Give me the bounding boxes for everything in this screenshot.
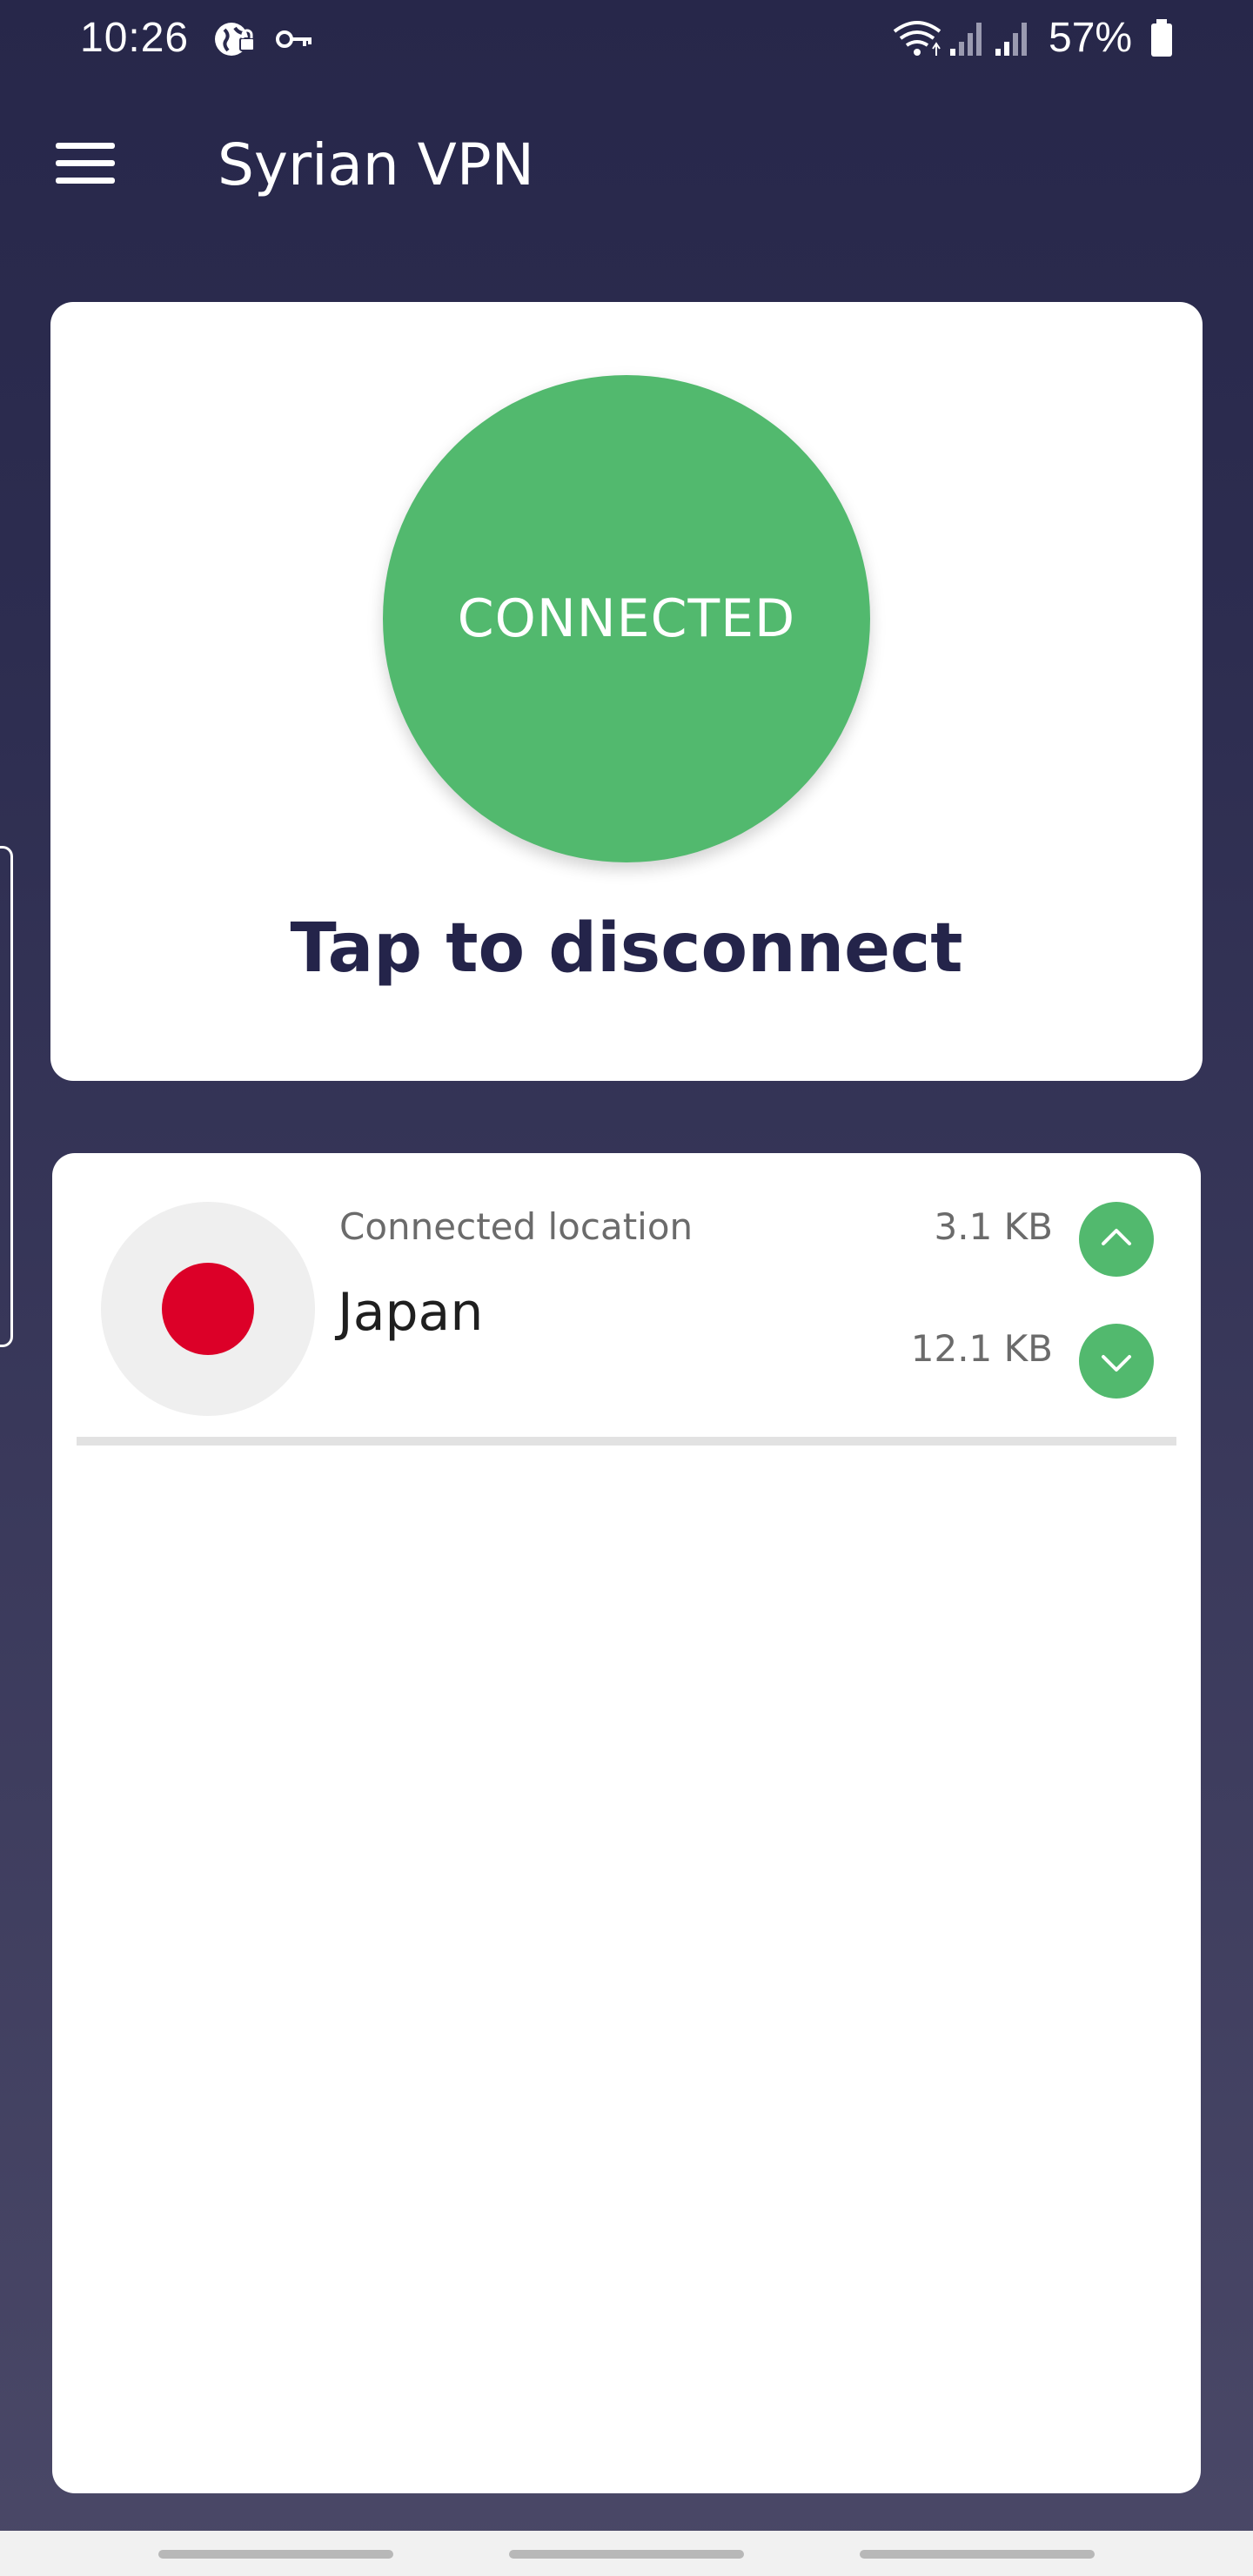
back-button[interactable] bbox=[860, 2550, 1095, 2559]
key-icon bbox=[273, 17, 317, 64]
status-time: 10:26 bbox=[80, 15, 190, 61]
chevron-down-icon bbox=[1079, 1324, 1154, 1399]
hamburger-menu-icon[interactable] bbox=[44, 122, 131, 209]
japan-flag-icon bbox=[101, 1202, 315, 1416]
connection-card: CONNECTED Tap to disconnect bbox=[50, 302, 1203, 1081]
battery-percent: 57% bbox=[1049, 15, 1133, 61]
vpn-globe-icon bbox=[212, 17, 256, 64]
download-amount: 12.1 KB bbox=[910, 1327, 1053, 1370]
app-title: Syrian VPN bbox=[218, 131, 534, 198]
chevron-up-icon bbox=[1079, 1202, 1154, 1277]
home-button[interactable] bbox=[509, 2550, 744, 2559]
disconnect-hint: Tap to disconnect bbox=[290, 909, 963, 988]
signal-icon bbox=[994, 17, 1032, 64]
upload-amount: 3.1 KB bbox=[934, 1205, 1054, 1248]
recent-apps-button[interactable] bbox=[158, 2550, 393, 2559]
location-card: Connected location Japan 3.1 KB 12.1 KB bbox=[52, 1153, 1201, 2493]
signal-icon bbox=[948, 17, 987, 64]
edge-panel-handle[interactable] bbox=[0, 846, 13, 1347]
location-country: Japan bbox=[338, 1282, 484, 1343]
battery-icon bbox=[1149, 17, 1175, 64]
connection-status: CONNECTED bbox=[457, 588, 796, 649]
app-bar: Syrian VPN bbox=[0, 96, 1253, 226]
location-label: Connected location bbox=[339, 1205, 694, 1248]
connect-toggle-button[interactable]: CONNECTED bbox=[383, 375, 870, 862]
status-bar: 10:26 57% bbox=[0, 0, 1253, 78]
divider bbox=[77, 1437, 1176, 1446]
wifi-icon bbox=[891, 17, 943, 64]
system-nav-bar bbox=[0, 2531, 1253, 2576]
flag-sun bbox=[162, 1263, 254, 1355]
